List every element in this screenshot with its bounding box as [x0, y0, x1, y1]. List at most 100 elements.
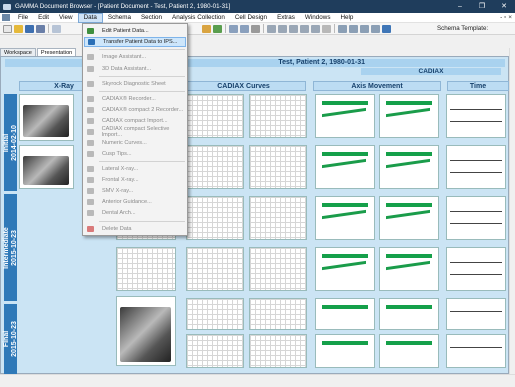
- xray-thumbnail[interactable]: [19, 145, 74, 189]
- layout-icon[interactable]: [251, 24, 260, 33]
- cadiax-curve-thumbnail[interactable]: [249, 145, 307, 189]
- column-header-cadiax-curves[interactable]: CADIAX Curves: [181, 81, 306, 91]
- fit-width-icon[interactable]: [371, 24, 380, 33]
- time-curve-thumbnail[interactable]: [446, 145, 506, 189]
- new-document-icon[interactable]: [3, 24, 12, 33]
- horizontal-scrollbar[interactable]: [0, 374, 515, 387]
- tab-presentation[interactable]: Presentation: [36, 48, 77, 56]
- menu-help[interactable]: Help: [335, 13, 358, 23]
- axis-movement-thumbnail[interactable]: [379, 196, 439, 240]
- menu-item-cadiax-compact-2-recorder[interactable]: CADIAX® compact 2 Recorder...: [84, 105, 186, 115]
- time-curve-thumbnail[interactable]: [446, 298, 506, 330]
- xray-thumbnail[interactable]: [116, 296, 176, 366]
- axis-movement-thumbnail[interactable]: [315, 94, 375, 138]
- cadiax-curve-thumbnail[interactable]: [186, 145, 244, 189]
- axis-movement-thumbnail[interactable]: [315, 145, 375, 189]
- xray-thumbnail[interactable]: [19, 94, 74, 141]
- time-curve-thumbnail[interactable]: [446, 94, 506, 138]
- row-header-initial[interactable]: Initial 2014-02-10: [3, 94, 18, 191]
- maximize-button[interactable]: ❐: [471, 0, 493, 13]
- axis-movement-thumbnail[interactable]: [315, 196, 375, 240]
- menu-item-3d-data-assistant[interactable]: 3D Data Assistant...: [84, 64, 186, 74]
- cadiax-curve-thumbnail[interactable]: [249, 334, 307, 368]
- cells-icon[interactable]: [289, 24, 298, 33]
- fit-page-icon[interactable]: [360, 24, 369, 33]
- axis-movement-thumbnail[interactable]: [379, 94, 439, 138]
- row-header-intermediate[interactable]: Intermediate 2015-10-23: [3, 194, 18, 301]
- axis-movement-thumbnail[interactable]: [379, 298, 439, 330]
- menu-item-numeric-curves[interactable]: Numeric Curves...: [84, 138, 186, 148]
- columns-icon[interactable]: [278, 24, 287, 33]
- cadiax-curve-thumbnail[interactable]: [186, 247, 244, 291]
- menu-file[interactable]: File: [13, 13, 33, 23]
- close-button[interactable]: ✕: [493, 0, 515, 13]
- menu-item-dental-arch[interactable]: Dental Arch...: [84, 208, 186, 218]
- table-icon[interactable]: [240, 24, 249, 33]
- menu-item-smv-xray[interactable]: SMV X-ray...: [84, 186, 186, 196]
- cadiax-curve-thumbnail[interactable]: [249, 298, 307, 330]
- row-header-final[interactable]: Final 2015-10-23: [3, 304, 18, 374]
- print-icon[interactable]: [36, 24, 45, 33]
- document-window-controls[interactable]: - ▫ ×: [500, 13, 512, 23]
- column-header-axis-movement[interactable]: Axis Movement: [313, 81, 441, 91]
- axis-movement-thumbnail[interactable]: [315, 247, 375, 291]
- patient-document: Test, Patient 2, 1980-01-31 CADIAX X-Ray…: [0, 56, 509, 374]
- cadiax-curve-thumbnail[interactable]: [186, 298, 244, 330]
- time-curve-thumbnail[interactable]: [446, 334, 506, 368]
- vertical-scrollbar[interactable]: [509, 48, 515, 374]
- smv-xray-icon: [87, 188, 94, 194]
- cadiax-curve-thumbnail[interactable]: [249, 247, 307, 291]
- menu-item-cadiax-recorder[interactable]: CADIAX® Recorder...: [84, 94, 186, 104]
- cadiax-curve-thumbnail[interactable]: [186, 334, 244, 368]
- zoom-in-icon[interactable]: [338, 24, 347, 33]
- menu-item-frontal-xray[interactable]: Frontal X-ray...: [84, 175, 186, 185]
- image-icon[interactable]: [213, 24, 222, 33]
- preview-icon[interactable]: [52, 24, 61, 33]
- menu-item-delete-data[interactable]: Delete Data: [84, 224, 186, 234]
- cadiax-curve-thumbnail[interactable]: [186, 196, 244, 240]
- save-icon[interactable]: [25, 24, 34, 33]
- cadiax-curve-thumbnail[interactable]: [249, 94, 307, 138]
- column-header-time[interactable]: Time: [447, 81, 509, 91]
- axis-movement-thumbnail[interactable]: [379, 247, 439, 291]
- menu-item-lateral-xray[interactable]: Lateral X-ray...: [84, 164, 186, 174]
- axis-movement-thumbnail[interactable]: [379, 145, 439, 189]
- open-folder-icon[interactable]: [14, 24, 23, 33]
- cadiax-curve-thumbnail[interactable]: [116, 247, 176, 291]
- rows-icon[interactable]: [267, 24, 276, 33]
- menu-extras[interactable]: Extras: [272, 13, 300, 23]
- zoom-out-icon[interactable]: [349, 24, 358, 33]
- grid-icon[interactable]: [229, 24, 238, 33]
- help-icon[interactable]: [382, 24, 391, 33]
- time-curve-thumbnail[interactable]: [446, 247, 506, 291]
- axis-movement-thumbnail[interactable]: [315, 334, 375, 368]
- time-curve-thumbnail[interactable]: [446, 196, 506, 240]
- menu-section[interactable]: Section: [136, 13, 167, 23]
- menu-item-diagnostic-sheet[interactable]: Skyrock Diagnostic Sheet: [84, 79, 186, 89]
- tab-workspace[interactable]: Workspace: [0, 48, 36, 56]
- menu-item-image-assistant[interactable]: Image Assistant...: [84, 52, 186, 62]
- cadiax-curve-thumbnail[interactable]: [186, 94, 244, 138]
- toolbar-separator: [48, 24, 49, 33]
- menu-cell-design[interactable]: Cell Design: [230, 13, 272, 23]
- menu-item-edit-patient-data[interactable]: Edit Patient Data...: [84, 26, 186, 36]
- menu-item-transfer-to-ips[interactable]: Transfer Patient Data to IPS...: [84, 37, 186, 47]
- axis-movement-thumbnail[interactable]: [379, 334, 439, 368]
- menu-windows[interactable]: Windows: [300, 13, 336, 23]
- menu-schema[interactable]: Schema: [103, 13, 136, 23]
- menu-analysis-collection[interactable]: Analysis Collection: [167, 13, 230, 23]
- minimize-button[interactable]: –: [449, 0, 471, 13]
- menu-view[interactable]: View: [54, 13, 78, 23]
- menu-item-anterior-guidance[interactable]: Anterior Guidance...: [84, 197, 186, 207]
- text-icon[interactable]: [322, 24, 331, 33]
- cadiax-curve-thumbnail[interactable]: [249, 196, 307, 240]
- menu-edit[interactable]: Edit: [33, 13, 54, 23]
- lock-icon[interactable]: [202, 24, 211, 33]
- menu-item-cusp-tips[interactable]: Cusp Tips...: [84, 149, 186, 159]
- menu-item-cadiax-selective-import[interactable]: CADIAX compact Selective Import...: [84, 126, 186, 138]
- merge-icon[interactable]: [300, 24, 309, 33]
- axis-movement-thumbnail[interactable]: [315, 298, 375, 330]
- split-icon[interactable]: [311, 24, 320, 33]
- menu-data[interactable]: Data: [77, 12, 103, 23]
- menu-item-cadiax-compact-import[interactable]: CADIAX compact Import...: [84, 116, 186, 126]
